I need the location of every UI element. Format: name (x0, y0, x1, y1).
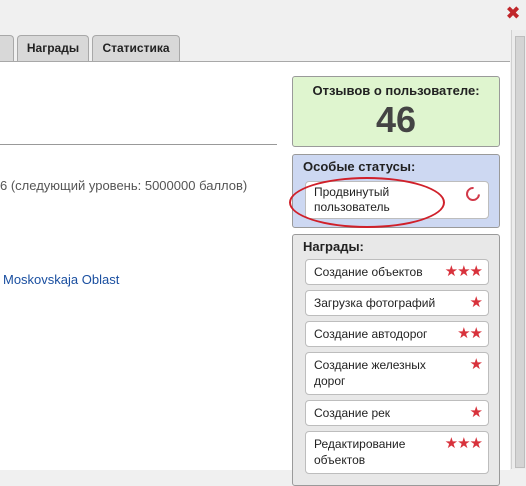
profile-panel: 6 (следующий уровень: 5000000 баллов) Mo… (0, 61, 510, 486)
award-label: Загрузка фотографий (314, 296, 436, 310)
tab-truncated[interactable] (0, 35, 14, 61)
statuses-title: Особые статусы: (303, 159, 416, 174)
award-item[interactable]: Создание объектов ★★★ (305, 259, 489, 285)
section-divider (0, 144, 277, 145)
close-icon[interactable]: ✖ (504, 4, 522, 22)
award-stars-icon: ★ (469, 404, 483, 421)
reviews-title: Отзывов о пользователе: (312, 83, 480, 98)
award-stars-icon: ★★★ (444, 435, 483, 452)
reviews-box: Отзывов о пользователе: 46 (292, 76, 500, 147)
award-item[interactable]: Создание рек ★ (305, 400, 489, 426)
scrollbar[interactable] (511, 30, 526, 469)
reviews-count: 46 (375, 99, 417, 140)
scrollbar-thumb[interactable] (515, 36, 525, 468)
highlight-oval (289, 177, 445, 228)
award-item[interactable]: Загрузка фотографий ★ (305, 290, 489, 316)
level-text: 6 (следующий уровень: 5000000 баллов) (0, 178, 248, 193)
awards-box: Награды: Создание объектов ★★★ Загрузка фо… (292, 234, 500, 486)
award-item[interactable]: Редактирование объектов ★★★ (305, 431, 489, 474)
window-titlebar: ✖ (0, 0, 526, 30)
award-stars-icon: ★ (469, 356, 483, 373)
award-stars-icon: ★★★ (444, 263, 483, 280)
award-label: Создание автодорог (314, 327, 428, 341)
tab-awards[interactable]: Награды (17, 35, 89, 61)
award-label: Создание объектов (314, 265, 423, 279)
award-item[interactable]: Создание автодорог ★★ (305, 321, 489, 347)
tab-statistics[interactable]: Статистика (92, 35, 180, 61)
award-label: Создание железных дорог (314, 358, 426, 388)
award-label: Создание рек (314, 406, 391, 420)
award-stars-icon: ★★ (457, 325, 483, 342)
award-label: Редактирование объектов (314, 437, 406, 467)
crescent-icon (463, 184, 483, 204)
award-item[interactable]: Создание железных дорог ★ (305, 352, 489, 395)
award-stars-icon: ★ (469, 294, 483, 311)
region-link[interactable]: Moskovskaja Oblast (3, 272, 119, 287)
awards-title: Награды: (303, 239, 364, 254)
